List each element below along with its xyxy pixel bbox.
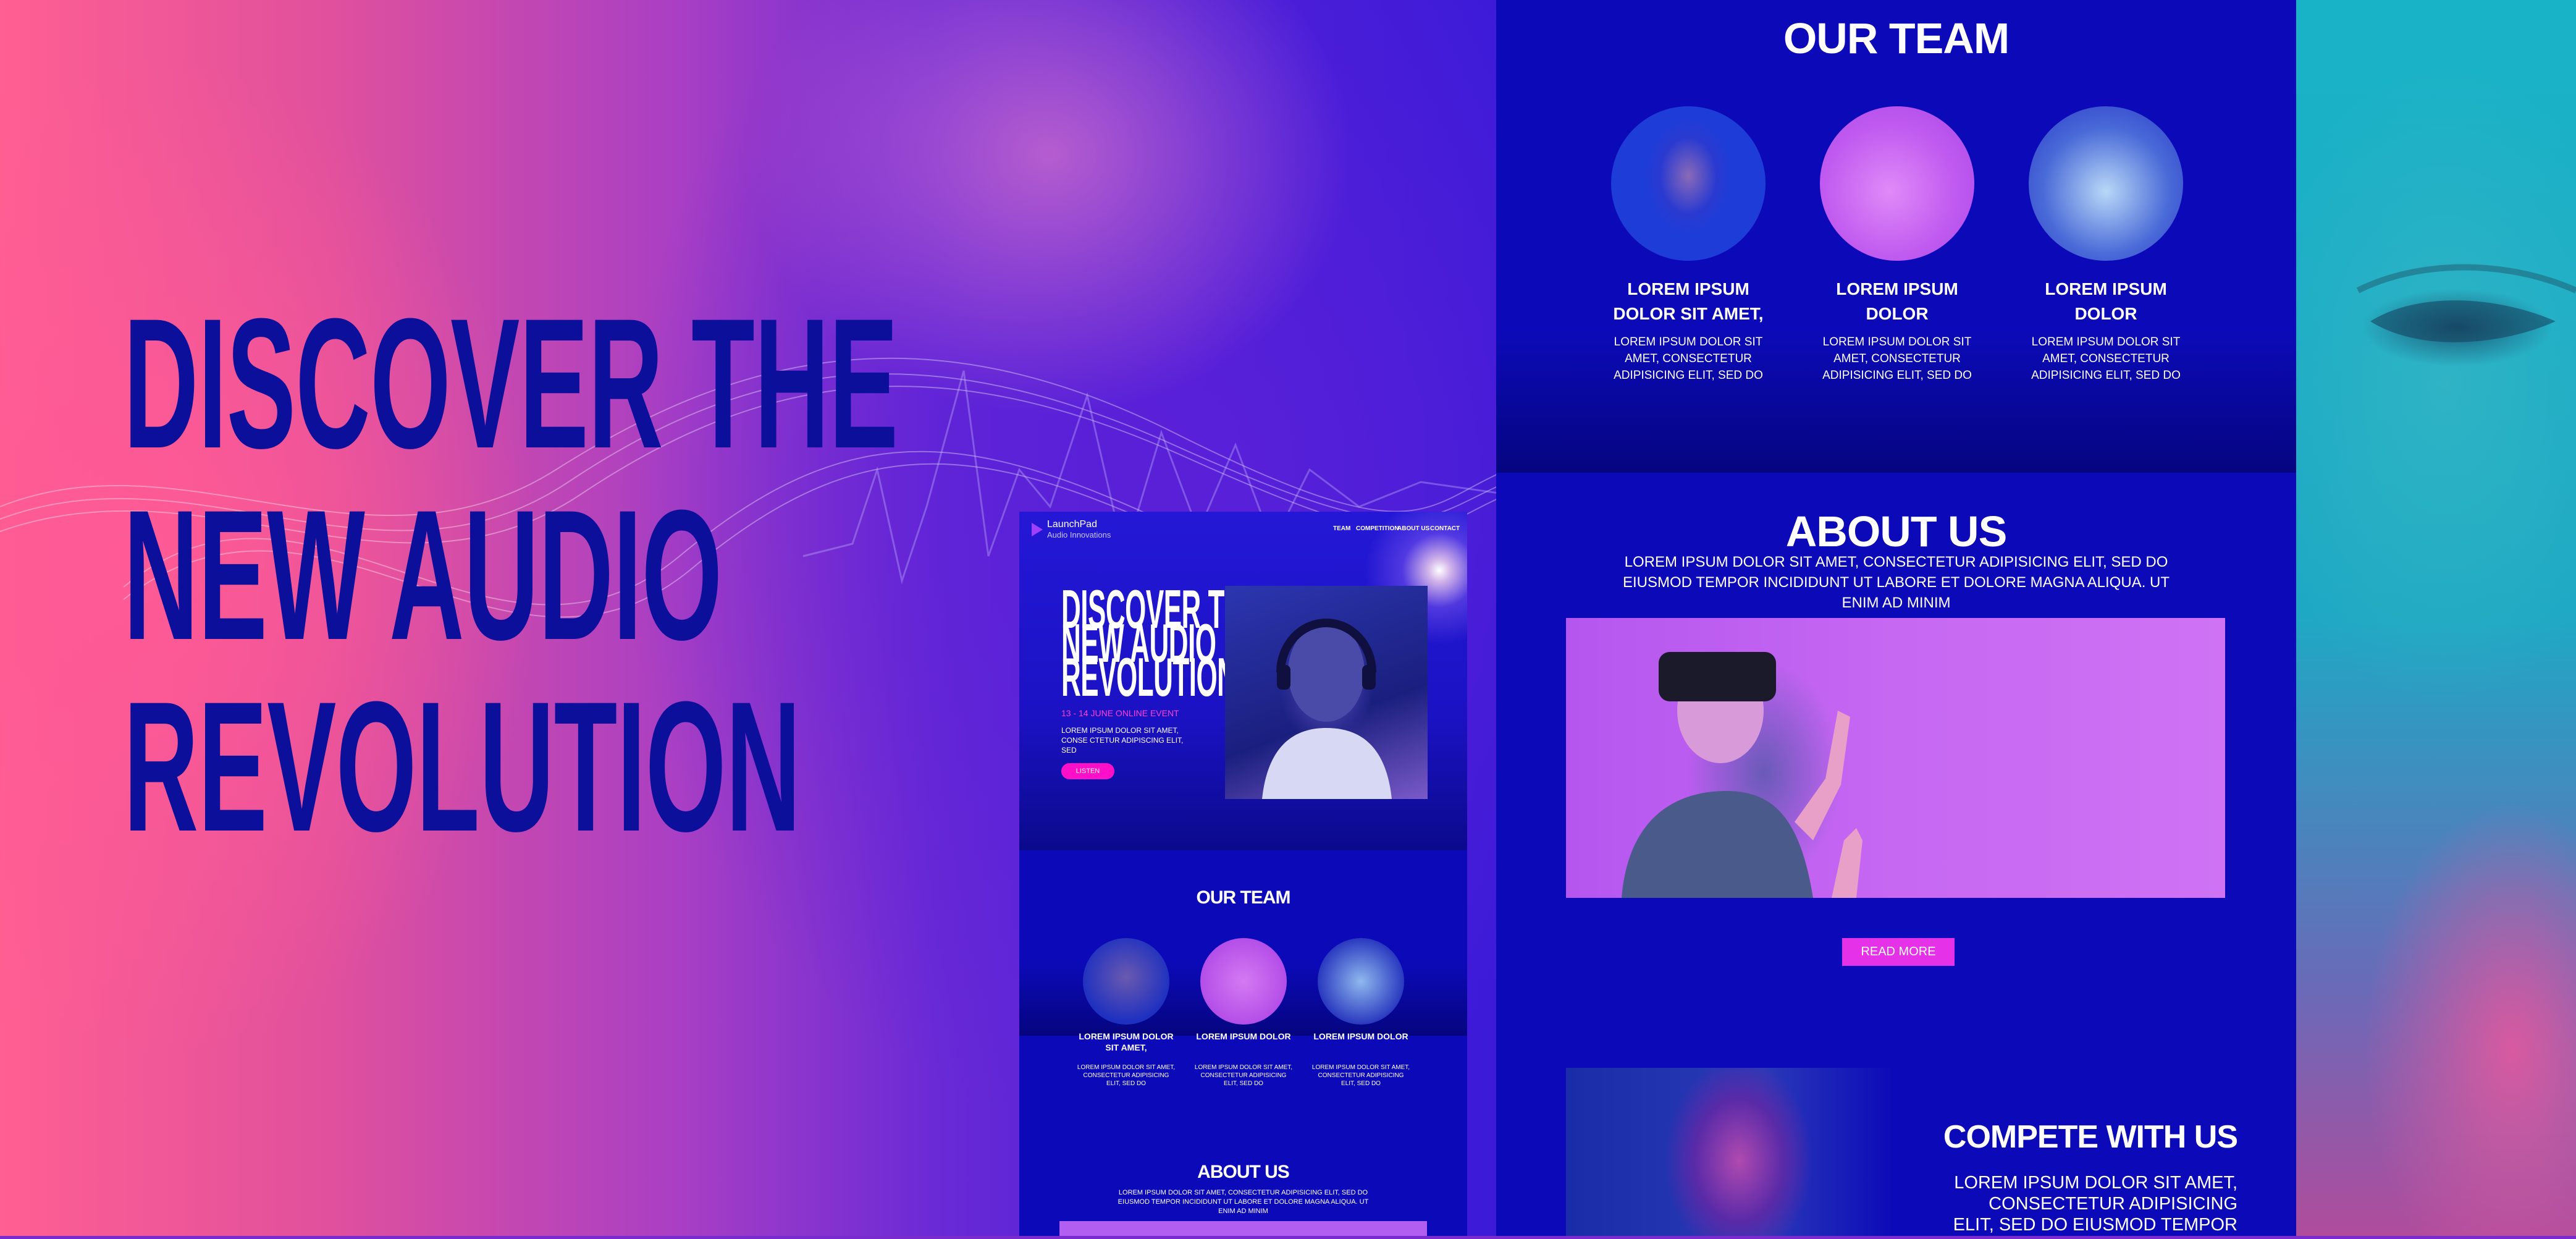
mini-team-heading: OUR TEAM <box>1196 887 1291 908</box>
mini-team-text-3: LOREM IPSUM DOLOR SIT AMET, CONSECTETUR … <box>1311 1064 1410 1087</box>
mini-team-name-1: LOREM IPSUM DOLOR SIT AMET, <box>1079 1031 1174 1052</box>
about-text: LOREM IPSUM DOLOR SIT AMET, CONSECTETUR … <box>1622 554 2170 611</box>
team-text-2: LOREM IPSUM DOLOR SIT AMET, CONSECTETUR … <box>1822 336 1972 382</box>
mini-event-date: 13 - 14 JUNE ONLINE EVENT <box>1061 708 1179 718</box>
nav-link-competition[interactable]: COMPETITION <box>1356 525 1399 532</box>
nav-link-team[interactable]: TEAM <box>1333 525 1350 532</box>
headphones-person-illustration <box>1262 619 1392 799</box>
team-photo-1 <box>1611 106 1766 261</box>
mini-team-photo-3 <box>1318 938 1404 1025</box>
team-photo-2 <box>1820 106 1974 261</box>
eye-detail-illustration <box>2356 264 2576 342</box>
mini-team-text-2: LOREM IPSUM DOLOR SIT AMET, CONSECTETUR … <box>1194 1064 1293 1087</box>
compete-heading: COMPETE WITH US <box>1943 1119 2238 1155</box>
mini-team-name-3: LOREM IPSUM DOLOR <box>1313 1031 1408 1041</box>
read-more-button[interactable]: READ MORE <box>1842 938 1955 966</box>
about-image-vr-woman <box>1566 618 2225 898</box>
team-photo-3 <box>2029 106 2183 261</box>
mini-logo-subtitle: Audio Innovations <box>1047 530 1111 539</box>
mini-team-photo-1 <box>1083 938 1169 1025</box>
face-photo-background <box>2296 0 2576 1236</box>
mini-team-text-1: LOREM IPSUM DOLOR SIT AMET, CONSECTETUR … <box>1077 1064 1176 1087</box>
mini-about-image <box>1059 1221 1427 1236</box>
team-name-2: LOREM IPSUM DOLOR <box>1836 279 1958 323</box>
listen-button[interactable]: LISTEN <box>1061 763 1114 779</box>
mini-hero-section: LaunchPad Audio Innovations TEAM COMPETI… <box>1019 512 1467 850</box>
vr-headset-illustration <box>1622 652 1863 898</box>
nav-link-contact[interactable]: CONTACT <box>1430 525 1460 532</box>
team-text-1: LOREM IPSUM DOLOR SIT AMET, CONSECTETUR … <box>1614 336 1763 382</box>
mini-logo-name[interactable]: LaunchPad <box>1047 519 1097 530</box>
nav-link-about[interactable]: ABOUT US <box>1397 525 1429 532</box>
mini-site-preview: LaunchPad Audio Innovations TEAM COMPETI… <box>1019 512 1467 1236</box>
mini-team-photo-2 <box>1200 938 1287 1025</box>
team-name-1: LOREM IPSUM DOLOR SIT AMET, <box>1613 279 1764 323</box>
mini-about-heading: ABOUT US <box>1197 1162 1290 1182</box>
play-icon <box>1032 523 1043 536</box>
mini-about-text: LOREM IPSUM DOLOR SIT AMET, CONSECTETUR … <box>1118 1189 1369 1215</box>
mini-hero-description: LOREM IPSUM DOLOR SIT AMET, CONSE CTETUR… <box>1061 726 1184 755</box>
team-name-3: LOREM IPSUM DOLOR <box>2045 279 2167 323</box>
compete-text: LOREM IPSUM DOLOR SIT AMET, CONSECTETUR … <box>1953 1173 2237 1235</box>
compete-image-woman <box>1566 1068 1893 1236</box>
mini-hero-photo <box>1225 586 1428 799</box>
team-text-3: LOREM IPSUM DOLOR SIT AMET, CONSECTETUR … <box>2031 336 2181 382</box>
mini-team-name-2: LOREM IPSUM DOLOR <box>1196 1031 1291 1041</box>
about-heading: ABOUT US <box>1785 507 2008 556</box>
team-heading: OUR TEAM <box>1783 14 2010 62</box>
hero-title: DISCOVER THE NEW AUDIO REVOLUTION <box>124 279 898 870</box>
site-page-detail: OUR TEAM LOREM IPSUM DOLOR SIT AMET, LOR… <box>1496 0 2296 1236</box>
